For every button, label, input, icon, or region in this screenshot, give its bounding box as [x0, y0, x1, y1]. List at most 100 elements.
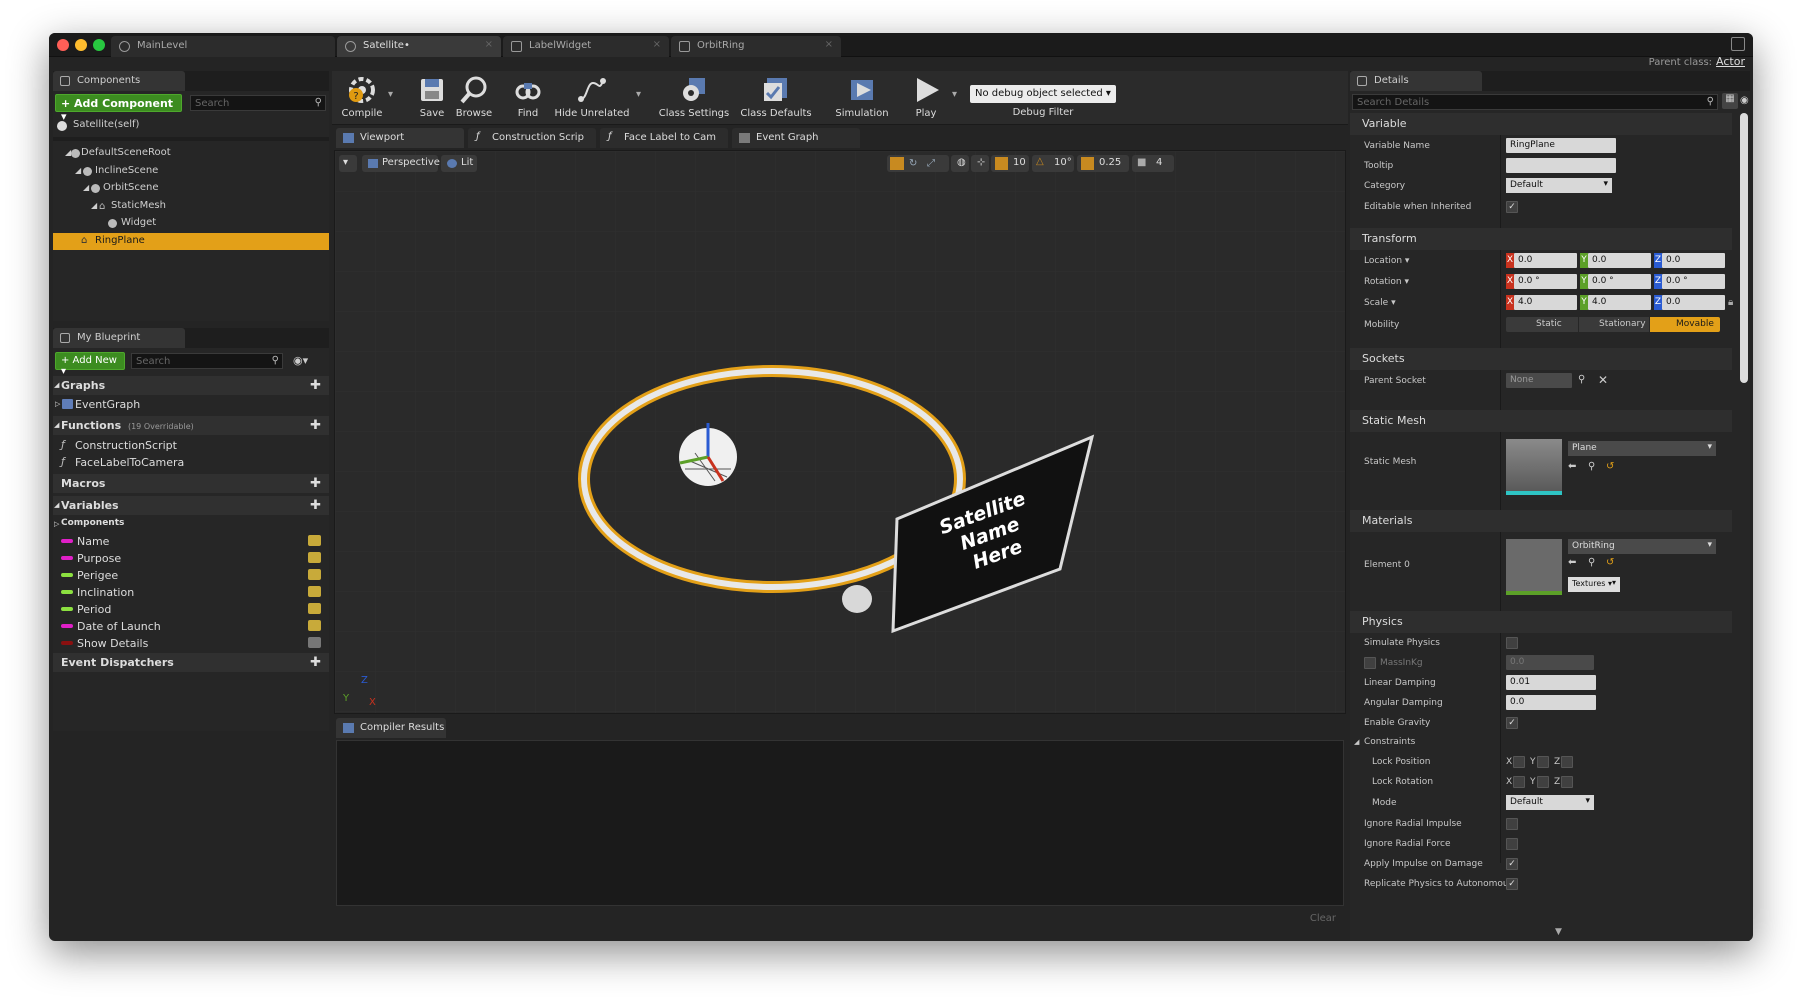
add-function-icon[interactable]: ✚ [310, 418, 321, 433]
mode-select[interactable]: Default [1506, 795, 1594, 810]
browse-button[interactable]: Browse [452, 71, 496, 123]
eye-icon[interactable] [308, 552, 321, 563]
mass-input[interactable]: 0.0 [1506, 655, 1594, 670]
scale-x-input[interactable]: 4.0 [1514, 295, 1577, 310]
material-thumbnail[interactable] [1506, 539, 1562, 595]
eye-icon[interactable] [308, 535, 321, 546]
component-orbitscene[interactable]: ◢ OrbitScene [53, 180, 329, 197]
lit-button[interactable]: Lit [441, 155, 477, 172]
static-mesh-section[interactable]: Static Mesh [1350, 410, 1732, 432]
use-selected-icon[interactable]: ⬅ [1568, 557, 1576, 568]
tab-face-label-to-cam[interactable]: ƒ Face Label to Cam [600, 128, 728, 148]
scale-z-input[interactable]: 0.0 [1662, 295, 1725, 310]
find-button[interactable]: Find [508, 71, 548, 123]
variable-section[interactable]: Variable [1350, 113, 1732, 135]
editable-checkbox[interactable]: ✓ [1506, 201, 1518, 213]
tab-orbitring[interactable]: OrbitRing × [671, 36, 841, 57]
browse-asset-icon[interactable]: ⚲ [1588, 557, 1595, 568]
component-ringplane[interactable]: ⌂ RingPlane [53, 233, 329, 250]
ignore-radial-impulse-checkbox[interactable] [1506, 818, 1518, 830]
browse-socket-icon[interactable]: ⚲ [1578, 374, 1585, 385]
event-dispatchers-category[interactable]: Event Dispatchers ✚ [53, 653, 329, 672]
tab-satellite[interactable]: Satellite• × [337, 36, 501, 57]
reset-icon[interactable]: ↺ [1606, 461, 1614, 472]
category-select[interactable]: Default [1506, 178, 1612, 193]
debug-object-select[interactable]: No debug object selected ▾ [970, 85, 1116, 103]
enable-gravity-checkbox[interactable]: ✓ [1506, 717, 1518, 729]
function-item[interactable]: ƒ FaceLabelToCamera [53, 454, 329, 471]
details-tab[interactable]: Details [1350, 71, 1482, 91]
close-icon[interactable]: × [653, 39, 661, 50]
close-icon[interactable]: × [825, 39, 833, 50]
apply-impulse-checkbox[interactable]: ✓ [1506, 858, 1518, 870]
rotate-icon[interactable]: ↻ [909, 158, 917, 169]
clear-button[interactable]: Clear [1310, 913, 1336, 924]
component-staticmesh[interactable]: ◢ ⌂ StaticMesh [53, 198, 329, 215]
close-window-button[interactable] [57, 39, 69, 51]
parent-socket-input[interactable]: None [1506, 373, 1572, 388]
add-variable-icon[interactable]: ✚ [310, 498, 321, 513]
mobility-movable-button[interactable]: Movable [1650, 317, 1720, 332]
add-component-button[interactable]: + Add Component ▾ [55, 94, 182, 123]
simulate-physics-checkbox[interactable] [1506, 637, 1518, 649]
add-new-button[interactable]: + Add New ▾ [55, 352, 125, 377]
rotation-snap-button[interactable]: △ 10° [1032, 155, 1074, 172]
camera-speed-button[interactable]: ■ 4 [1132, 155, 1174, 172]
save-button[interactable]: Save [412, 71, 452, 123]
scale-snap-button[interactable]: 0.25 [1077, 155, 1129, 172]
viewport-options-button[interactable]: ▾ [339, 155, 357, 172]
mobility-static-button[interactable]: Static [1506, 317, 1578, 332]
constraints-row[interactable]: ◢ Constraints [1350, 734, 1732, 752]
tab-mainlevel[interactable]: MainLevel [111, 36, 335, 57]
variable-name-input[interactable]: RingPlane [1506, 138, 1616, 153]
variable-item[interactable]: Date of Launch [53, 618, 329, 635]
rotation-x-input[interactable]: 0.0 ° [1514, 274, 1577, 289]
eye-icon[interactable] [308, 620, 321, 631]
view-options-icon[interactable]: ◉▾ [293, 354, 308, 367]
tab-viewport[interactable]: Viewport [336, 128, 464, 148]
event-graph-item[interactable]: ▷ EventGraph [53, 396, 329, 413]
add-dispatcher-icon[interactable]: ✚ [310, 655, 321, 670]
perspective-button[interactable]: Perspective [362, 155, 440, 172]
mobility-stationary-button[interactable]: Stationary [1579, 317, 1649, 332]
add-graph-icon[interactable]: ✚ [310, 378, 321, 393]
property-matrix-icon[interactable]: ▦ [1722, 93, 1738, 109]
variable-item[interactable]: Period [53, 601, 329, 618]
translate-icon[interactable] [890, 157, 904, 170]
browse-asset-icon[interactable]: ⚲ [1588, 461, 1595, 472]
scale-icon[interactable]: ⤢ [927, 158, 935, 169]
location-y-input[interactable]: 0.0 [1588, 253, 1651, 268]
tab-labelwidget[interactable]: LabelWidget × [503, 36, 669, 57]
variables-category[interactable]: ◢ Variables ✚ [53, 496, 329, 515]
details-search-input[interactable]: Search Details ⚲ [1352, 94, 1718, 110]
compile-button[interactable]: ? Compile [338, 71, 386, 123]
variable-item[interactable]: Purpose [53, 550, 329, 567]
variable-item[interactable]: Perigee [53, 567, 329, 584]
textures-select[interactable]: Textures ▾ [1568, 577, 1620, 592]
lock-pos-y-checkbox[interactable] [1537, 756, 1549, 768]
viewport[interactable]: Satellite Name Here ▾ Perspective Lit ↻ … [334, 150, 1346, 714]
replicate-physics-checkbox[interactable]: ✓ [1506, 878, 1518, 890]
eye-icon[interactable] [308, 569, 321, 580]
maximize-window-button[interactable] [93, 39, 105, 51]
play-button[interactable]: Play [904, 71, 948, 123]
ignore-radial-force-checkbox[interactable] [1506, 838, 1518, 850]
parent-class-link[interactable]: Actor [1716, 55, 1745, 68]
play-options-icon[interactable]: ▾ [952, 89, 957, 100]
feedback-icon[interactable] [1731, 37, 1745, 51]
clear-socket-icon[interactable]: ✕ [1598, 373, 1608, 387]
static-mesh-select[interactable]: Plane [1568, 441, 1716, 456]
compile-options-icon[interactable]: ▾ [388, 89, 393, 100]
advanced-expand-icon[interactable]: ▼ [1555, 927, 1562, 937]
tab-event-graph[interactable]: Event Graph [732, 128, 860, 148]
materials-section[interactable]: Materials [1350, 510, 1732, 532]
mesh-thumbnail[interactable] [1506, 439, 1562, 495]
tab-construction-script[interactable]: ƒ Construction Scrip [468, 128, 596, 148]
lock-rot-z-checkbox[interactable] [1561, 776, 1573, 788]
blueprint-search-input[interactable]: Search ⚲ [131, 353, 283, 369]
scale-y-input[interactable]: 4.0 [1588, 295, 1651, 310]
eye-icon[interactable] [308, 586, 321, 597]
close-icon[interactable]: × [485, 39, 493, 50]
hide-options-icon[interactable]: ▾ [636, 89, 641, 100]
rotation-y-input[interactable]: 0.0 ° [1588, 274, 1651, 289]
